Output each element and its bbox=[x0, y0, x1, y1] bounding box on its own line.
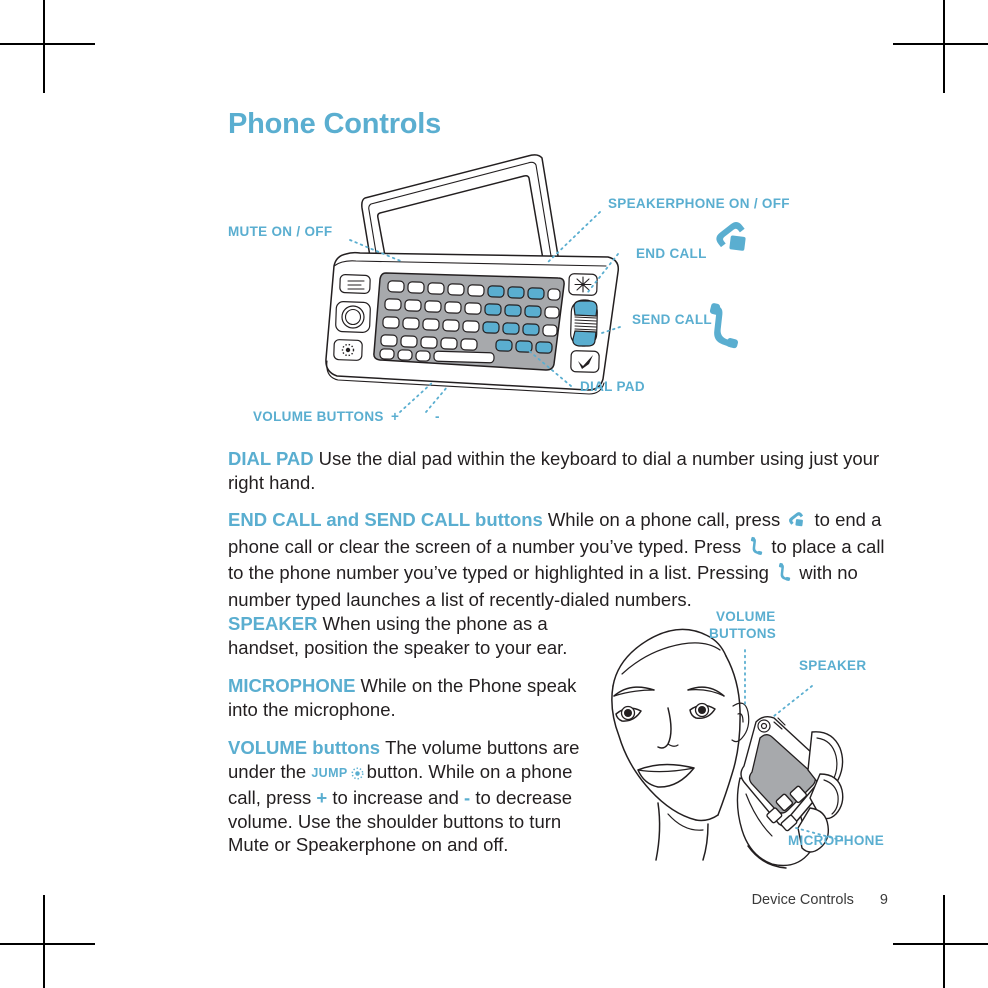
jump-label: JUMP bbox=[311, 765, 348, 780]
mute-button bbox=[339, 274, 371, 294]
leader-speaker bbox=[773, 685, 813, 717]
paragraph-lead-end-send-call: END CALL and SEND CALL buttons bbox=[228, 509, 543, 530]
send-call-handset-icon bbox=[776, 562, 792, 588]
label-volume-minus: - bbox=[435, 409, 440, 424]
send-call-key bbox=[572, 330, 597, 347]
paragraph-body-1: While on a phone call, press bbox=[547, 509, 781, 530]
paragraph-lead-dial-pad: DIAL PAD bbox=[228, 448, 314, 469]
label-volume-line2: BUTTONS bbox=[709, 626, 776, 641]
paragraph-lead-speaker: SPEAKER bbox=[228, 613, 318, 634]
manual-page: Phone Controls .ol { fill:none; stroke:#… bbox=[0, 0, 988, 988]
paragraph-volume-buttons: VOLUME buttons The volume buttons are und… bbox=[228, 736, 600, 857]
footer-section-name: Device Controls bbox=[751, 892, 854, 908]
paragraph-end-send-call: END CALL and SEND CALL buttons While on a… bbox=[228, 508, 888, 611]
paragraph-lead-volume-buttons: VOLUME buttons bbox=[228, 737, 381, 758]
page-footer: Device Controls 9 bbox=[228, 892, 888, 908]
label-send-call: SEND CALL bbox=[632, 312, 712, 327]
label-volume-plus: + bbox=[391, 409, 399, 424]
paragraph-volume-body-3: to increase and bbox=[332, 787, 459, 808]
label-volume-buttons: VOLUME BUTTONS bbox=[253, 409, 384, 424]
page-title: Phone Controls bbox=[228, 108, 442, 140]
paragraph-speaker: SPEAKER When using the phone as a handset… bbox=[228, 612, 600, 659]
end-call-handset-icon bbox=[787, 509, 807, 535]
paragraph-microphone: MICROPHONE While on the Phone speak into … bbox=[228, 674, 600, 721]
leader-volume-plus bbox=[399, 381, 434, 413]
label-end-call: END CALL bbox=[636, 246, 707, 261]
label-microphone: MICROPHONE bbox=[788, 833, 884, 848]
paragraph-body-dial-pad: Use the dial pad within the keyboard to … bbox=[228, 448, 880, 493]
label-speaker: SPEAKER bbox=[799, 658, 866, 673]
ok-button bbox=[570, 350, 600, 373]
send-call-handset-icon bbox=[748, 536, 764, 562]
label-mute: MUTE ON / OFF bbox=[228, 224, 332, 239]
device-right-controls bbox=[568, 273, 600, 373]
end-call-key bbox=[573, 300, 598, 317]
footer-page-number: 9 bbox=[879, 892, 888, 908]
end-call-handset-icon bbox=[716, 222, 746, 251]
jump-icon bbox=[350, 763, 365, 787]
device-diagram: .ol { fill:none; stroke:#231f20; stroke-… bbox=[228, 150, 888, 435]
label-dial-pad: DIAL PAD bbox=[580, 379, 645, 394]
volume-plus-symbol: + bbox=[316, 787, 328, 808]
paragraph-lead-microphone: MICROPHONE bbox=[228, 675, 356, 696]
volume-minus-symbol: - bbox=[464, 787, 471, 808]
face-illustration bbox=[611, 628, 750, 861]
person-holding-phone-diagram: .fl { fill:none; stroke:#231f20; stroke-… bbox=[596, 598, 936, 870]
label-volume-line1: VOLUME bbox=[716, 609, 776, 624]
label-speakerphone: SPEAKERPHONE ON / OFF bbox=[608, 196, 790, 211]
paragraph-dial-pad: DIAL PAD Use the dial pad within the keyb… bbox=[228, 447, 888, 494]
